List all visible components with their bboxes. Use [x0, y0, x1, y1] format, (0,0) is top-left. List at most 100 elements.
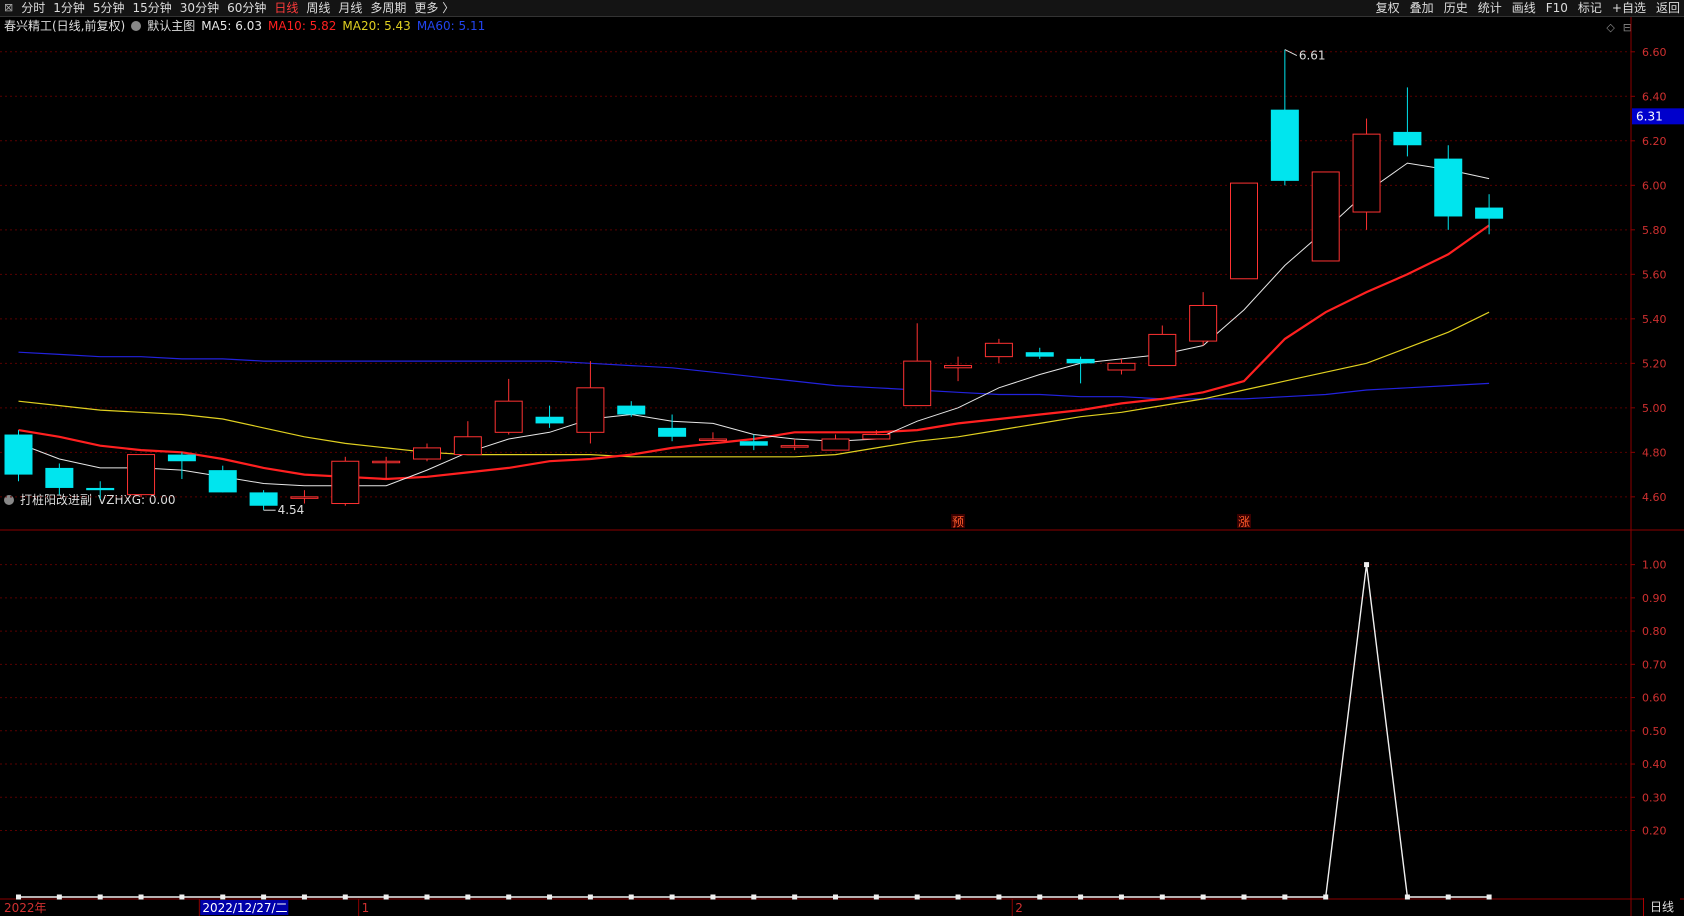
- candle: [780, 438, 809, 451]
- date-label: 2022/12/27/二: [202, 901, 287, 915]
- candle-body: [249, 492, 278, 506]
- candle-body: [45, 467, 74, 488]
- date-label: 2: [1015, 901, 1023, 915]
- vzhxg-point: [424, 894, 430, 900]
- candle-body: [821, 438, 850, 451]
- vzhxg-point: [587, 894, 593, 900]
- vzhxg-point: [751, 894, 757, 900]
- candle-body: [1025, 352, 1054, 357]
- candle-body: [739, 441, 768, 446]
- extreme-label: 4.54: [278, 503, 305, 517]
- vzhxg-point: [710, 894, 716, 900]
- candle-body: [1066, 358, 1095, 364]
- vzhxg-point: [179, 894, 185, 900]
- vzhxg-point: [1118, 894, 1124, 900]
- ma60-line: [18, 351, 1490, 400]
- candle-body: [658, 427, 687, 437]
- vzhxg-point: [1486, 894, 1492, 900]
- vzhxg-point: [261, 894, 267, 900]
- vzhxg-point: [955, 894, 961, 900]
- candle-body: [1352, 133, 1381, 213]
- vzhxg-point: [342, 894, 348, 900]
- vzhxg-point: [1323, 894, 1329, 900]
- candle-body: [1270, 109, 1299, 181]
- vzhxg-point: [833, 894, 838, 900]
- candle: [535, 405, 564, 428]
- vzhxg-point: [1078, 894, 1084, 900]
- candle: [1270, 49, 1299, 186]
- indicator-tick-label: 0.90: [1642, 592, 1667, 605]
- candle: [903, 323, 932, 407]
- vzhxg-point: [220, 894, 226, 900]
- indicator-tick-label: 0.70: [1642, 658, 1667, 671]
- period-tag[interactable]: 日线: [1642, 898, 1680, 916]
- current-price-badge: 6.31: [1636, 109, 1663, 123]
- candle-body: [984, 342, 1013, 358]
- candle: [1393, 87, 1422, 157]
- candle: [290, 490, 319, 504]
- candle: [45, 463, 74, 495]
- vzhxg-point: [1282, 894, 1288, 900]
- vzhxg-point: [669, 894, 675, 900]
- candle-body: [167, 454, 196, 462]
- candle-body: [208, 470, 237, 493]
- candle: [331, 456, 360, 506]
- date-label: 2022年: [4, 901, 47, 915]
- price-tick-label: 5.60: [1642, 268, 1667, 281]
- price-tick-label: 6.00: [1642, 179, 1667, 192]
- candle-body: [1475, 207, 1504, 219]
- candle: [1475, 194, 1504, 235]
- candle-body: [1148, 333, 1177, 367]
- candle-body: [86, 487, 115, 491]
- candle-body: [862, 434, 891, 440]
- candle-body: [698, 438, 727, 441]
- candle: [1066, 356, 1095, 384]
- vzhxg-point: [1200, 894, 1206, 900]
- vzhxg-point: [16, 894, 21, 900]
- vzhxg-point: [996, 894, 1002, 900]
- candle-body: [453, 436, 482, 456]
- indicator-tick-label: 0.20: [1642, 825, 1667, 838]
- candle-body: [1189, 304, 1218, 342]
- candle-body: [780, 445, 809, 448]
- vzhxg-point: [873, 894, 879, 900]
- candle: [127, 454, 156, 497]
- vzhxg-point: [1037, 894, 1043, 900]
- candle: [1230, 182, 1258, 280]
- vzhxg-point: [465, 894, 471, 900]
- candle-body: [1393, 131, 1422, 146]
- vzhxg-point: [1404, 894, 1410, 900]
- candle-body: [290, 496, 319, 499]
- extreme-label: 6.61: [1299, 49, 1326, 63]
- vzhxg-point: [506, 894, 512, 900]
- candle-body: [576, 387, 605, 433]
- candle-body: [1230, 182, 1258, 280]
- candle: [658, 414, 687, 442]
- stock-chart[interactable]: 6.60 6.40 6.20 6.00 5.80 5.60 5.40 5.20 5.00 4.80…: [0, 0, 1684, 916]
- price-tick-label: 4.60: [1642, 491, 1667, 504]
- vzhxg-point: [1241, 894, 1247, 900]
- candle-body: [372, 460, 401, 464]
- vzhxg-point: [383, 894, 389, 900]
- vzhxg-point: [1445, 894, 1451, 900]
- price-tick-label: 6.40: [1642, 90, 1667, 103]
- candle: [4, 430, 33, 482]
- vzhxg-point: [628, 894, 634, 900]
- indicator-tick-label: 0.50: [1642, 725, 1667, 738]
- candle: [1025, 347, 1054, 359]
- candle: [413, 443, 441, 462]
- vzhxg-point: [1364, 562, 1370, 568]
- price-tick-label: 6.60: [1642, 46, 1667, 59]
- price-tick-label: 5.80: [1642, 224, 1667, 237]
- candle-body: [944, 365, 973, 369]
- candle: [372, 456, 401, 480]
- candle: [1148, 325, 1177, 367]
- indicator-tick-label: 0.80: [1642, 625, 1667, 638]
- indicator-tick-label: 0.60: [1642, 692, 1667, 705]
- indicator-tick-label: 0.30: [1642, 791, 1667, 804]
- price-tick-label: 5.40: [1642, 313, 1667, 326]
- candle-body: [617, 405, 646, 415]
- candle-body: [4, 434, 33, 475]
- candle-body: [1107, 362, 1136, 371]
- signal-marker: 涨: [1238, 514, 1250, 529]
